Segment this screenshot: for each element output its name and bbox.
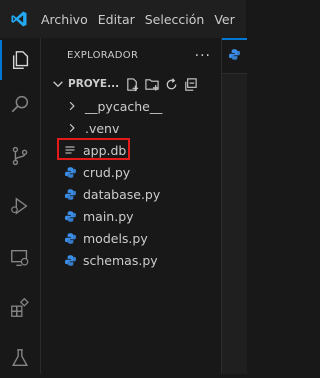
tree-item-label: schemas.py (83, 252, 158, 268)
workspace-folder-name: PROYE... (68, 78, 120, 90)
tree-item-label: __pycache__ (85, 98, 163, 114)
python-file-icon (63, 253, 77, 267)
python-file-icon (63, 231, 77, 245)
tree-folder-venv[interactable]: .venv (41, 117, 221, 139)
python-file-icon (228, 46, 241, 65)
tab-divider (222, 73, 247, 74)
tree-file-app-db[interactable]: app.db (41, 138, 221, 161)
search-icon (11, 95, 29, 113)
tree-item-label: models.py (83, 230, 148, 246)
menu-ver[interactable]: Ver (209, 12, 239, 27)
collapse-all-icon[interactable] (183, 77, 198, 92)
activity-explorer[interactable] (0, 40, 40, 80)
activity-source-control[interactable] (0, 136, 40, 176)
python-file-icon (63, 187, 77, 201)
remote-explorer-icon (11, 249, 29, 267)
title-bar: Archivo Editar Selección Ver (0, 0, 246, 38)
workspace-folder-row[interactable]: PROYE... (41, 73, 221, 95)
python-file-icon (63, 209, 77, 223)
activity-run-debug[interactable] (0, 186, 40, 226)
chevron-right-icon (65, 121, 79, 135)
testing-icon (11, 349, 29, 367)
tree-file-crud-py[interactable]: crud.py (41, 161, 221, 183)
editor-area (221, 38, 247, 374)
file-tree: __pycache__ .venv app.db crud.py databas… (41, 95, 221, 271)
explorer-sidebar: EXPLORADOR ··· PROYE... __pycache__ .ven… (41, 38, 221, 374)
text-file-icon (63, 143, 77, 157)
extensions-icon (11, 297, 29, 317)
chevron-down-icon (53, 81, 63, 88)
tree-file-models-py[interactable]: models.py (41, 227, 221, 249)
tree-file-database-py[interactable]: database.py (41, 183, 221, 205)
refresh-icon[interactable] (164, 77, 179, 92)
tree-item-label: database.py (83, 186, 161, 202)
activity-testing[interactable] (0, 338, 40, 378)
more-actions-icon[interactable]: ··· (195, 48, 211, 64)
explorer-header: EXPLORADOR ··· (41, 38, 221, 73)
source-control-icon (12, 146, 28, 166)
activity-search[interactable] (0, 84, 40, 124)
run-debug-icon (11, 197, 28, 215)
chevron-right-icon (65, 99, 79, 113)
activity-bar (0, 38, 41, 374)
menu-archivo[interactable]: Archivo (36, 12, 93, 27)
python-file-icon (63, 165, 77, 179)
new-folder-icon[interactable] (144, 77, 160, 92)
editor-tab[interactable] (222, 38, 247, 73)
tree-item-label: main.py (83, 208, 134, 224)
explorer-icon (12, 51, 29, 69)
menu-seleccion[interactable]: Selección (140, 12, 210, 27)
tree-item-label: crud.py (83, 164, 131, 180)
activity-extensions[interactable] (0, 288, 40, 328)
tree-item-label: .venv (85, 120, 120, 136)
tree-file-schemas-py[interactable]: schemas.py (41, 249, 221, 271)
tree-item-label: app.db (83, 142, 127, 158)
menu-editar[interactable]: Editar (93, 12, 140, 27)
tree-folder-pycache[interactable]: __pycache__ (41, 95, 221, 117)
new-file-icon[interactable] (125, 77, 140, 92)
explorer-title: EXPLORADOR (67, 50, 139, 61)
tree-file-main-py[interactable]: main.py (41, 205, 221, 227)
activity-remote-explorer[interactable] (0, 238, 40, 278)
vscode-logo-icon (11, 11, 27, 27)
